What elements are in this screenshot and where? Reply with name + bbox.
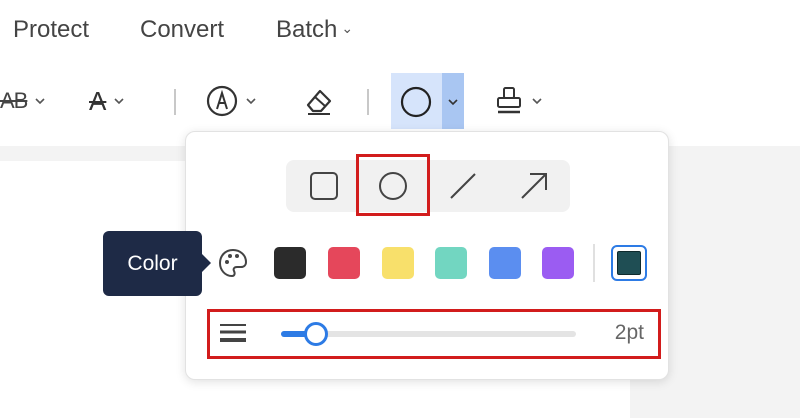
rectangle-shape-button[interactable] <box>294 160 354 212</box>
text-format-icon: A <box>89 85 107 116</box>
color-palette-button[interactable] <box>217 247 249 284</box>
color-swatch-red[interactable] <box>328 247 360 279</box>
arrow-icon <box>521 173 547 199</box>
eraser-tool[interactable] <box>303 72 335 130</box>
chevron-down-icon <box>532 98 542 105</box>
chevron-down-icon <box>246 98 256 105</box>
pen-circle-icon <box>206 85 238 117</box>
menu-batch-label: Batch <box>276 16 338 43</box>
pen-tool[interactable] <box>206 72 256 130</box>
color-tooltip: Color <box>103 231 202 296</box>
text-strikeout-tool[interactable]: AB <box>0 72 45 130</box>
text-format-tool[interactable]: A <box>89 72 124 130</box>
chevron-down-icon <box>114 98 124 105</box>
line-shape-button[interactable] <box>433 160 493 212</box>
chevron-down-icon <box>448 99 458 106</box>
color-swatch-teal[interactable] <box>435 247 467 279</box>
stroke-width-highlight <box>207 309 661 359</box>
rectangle-icon <box>310 172 338 200</box>
line-icon <box>450 173 476 199</box>
document-area <box>0 146 190 161</box>
chevron-down-icon <box>35 98 45 105</box>
color-swatch-blue[interactable] <box>489 247 521 279</box>
color-divider <box>593 244 595 282</box>
selected-color-fill <box>617 251 641 275</box>
chevron-down-icon: ⌄ <box>341 20 354 36</box>
top-menu: Protect Convert Batch ⌄ <box>0 0 800 60</box>
shape-dropdown-button[interactable] <box>442 73 464 129</box>
arrow-shape-button[interactable] <box>504 160 564 212</box>
color-swatch-purple[interactable] <box>542 247 574 279</box>
tooltip-arrow <box>201 253 211 273</box>
shape-tool[interactable] <box>391 73 464 129</box>
menu-batch[interactable]: Batch ⌄ <box>276 16 353 44</box>
color-swatch-black[interactable] <box>274 247 306 279</box>
menu-protect[interactable]: Protect <box>13 16 89 44</box>
eraser-icon <box>306 89 332 115</box>
toolbar-divider <box>367 89 369 115</box>
selected-color-swatch[interactable] <box>611 245 647 281</box>
shape-tool-button[interactable] <box>391 73 442 129</box>
circle-selection-highlight <box>356 154 430 216</box>
text-strikeout-icon: AB <box>0 88 28 113</box>
toolbar-divider <box>174 89 176 115</box>
palette-icon <box>218 248 248 278</box>
shape-circle-icon <box>400 86 432 118</box>
shape-popover: 2pt <box>185 131 669 380</box>
menu-convert[interactable]: Convert <box>140 16 224 44</box>
color-swatch-yellow[interactable] <box>382 247 414 279</box>
stamp-tool[interactable] <box>494 72 542 130</box>
stamp-icon <box>497 87 521 114</box>
